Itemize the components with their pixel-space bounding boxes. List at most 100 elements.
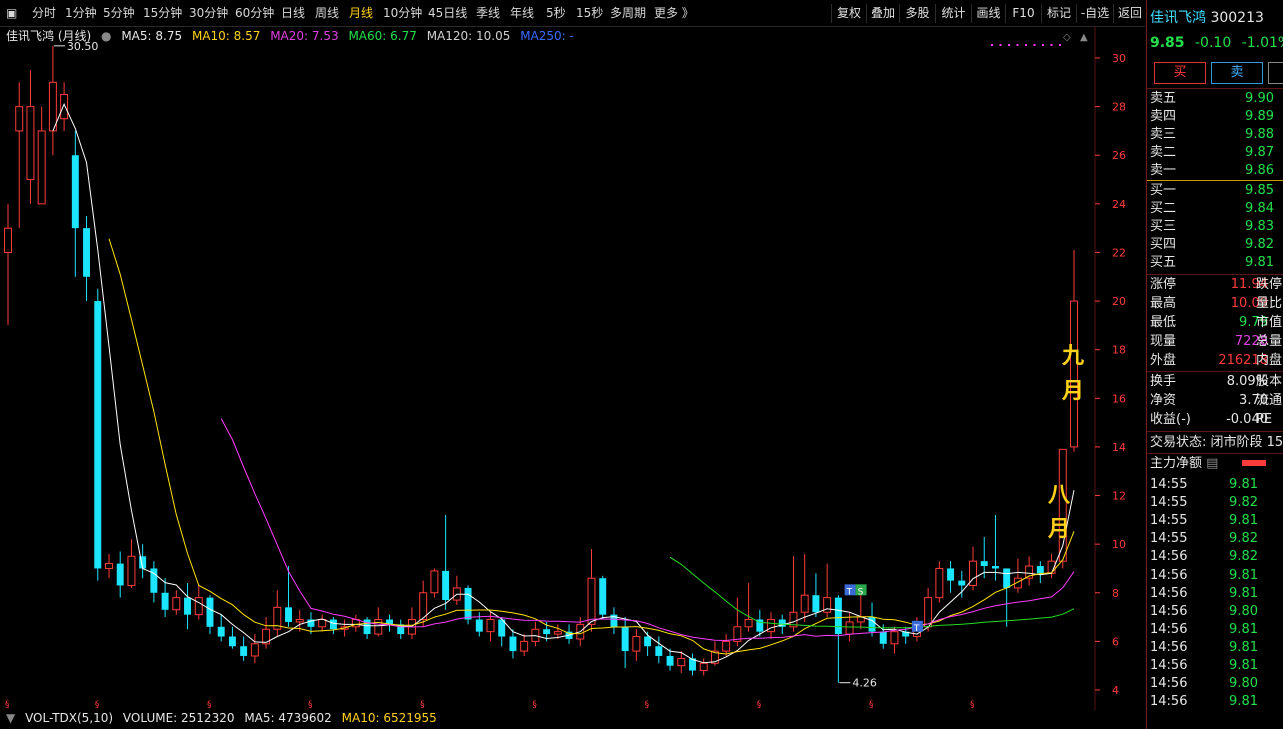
quote-row: 卖五 9.90 — [1150, 90, 1283, 108]
period-tab[interactable]: 15分钟 — [143, 0, 182, 26]
volume-legend: ▼ VOL-TDX(5,10) VOLUME: 2512320 MA5: 473… — [6, 710, 443, 726]
period-tab[interactable]: 30分钟 — [189, 0, 228, 26]
tick-price: 9.80 — [1229, 676, 1258, 692]
candle-body — [744, 619, 753, 628]
quote-row: 卖一 9.86 — [1150, 162, 1283, 180]
ma250-dot — [1033, 44, 1036, 46]
diamond-icon: ◇ — [1063, 32, 1071, 43]
candle-body — [217, 626, 225, 637]
kline-chart-area[interactable]: 4 6 8 10 12 14 16 18 20 22 24 26 28 30 30.50 4.26 九月八月 T S… — [0, 26, 1145, 710]
tick-row: 14:56 9.81 — [1150, 585, 1283, 603]
toolbar-button[interactable]: 画线 — [971, 4, 1005, 23]
toolbar-button[interactable]: F10 — [1005, 4, 1041, 23]
tick-price: 9.80 — [1229, 603, 1258, 619]
quote-row: 净资 3.70 流通 — [1150, 392, 1283, 410]
flow-chart-icon[interactable]: ▤ — [1206, 456, 1218, 471]
divider — [1147, 88, 1283, 89]
quote-row: 最低 9.79 市值 — [1150, 314, 1283, 332]
volume-toggle-icon[interactable]: ▼ — [6, 711, 15, 725]
period-tab[interactable]: 60分钟 — [235, 0, 274, 26]
volume-ma10: MA10: 6521955 — [341, 711, 437, 725]
candle-body — [105, 563, 113, 569]
period-toolbar: ▣ 分时 1分钟 5分钟 15分钟 30分钟 60分钟 日线 周线 月线 10分钟 45日线 季线 年线… — [0, 0, 1145, 27]
period-tab[interactable]: 15秒 — [576, 0, 603, 26]
buy-button[interactable]: 买 — [1154, 62, 1206, 84]
y-tick-label: 30 — [1112, 52, 1126, 65]
quote-row: 卖四 9.89 — [1150, 108, 1283, 126]
candle-body — [228, 636, 236, 647]
candle-body — [83, 228, 91, 277]
candle-body — [543, 629, 551, 635]
tick-price: 9.81 — [1229, 694, 1258, 710]
period-tab[interactable]: 年线 — [510, 0, 534, 26]
candle-body — [767, 619, 776, 633]
quote-row: 买一 9.85 — [1150, 182, 1283, 200]
toolbar-button[interactable]: 复权 — [831, 4, 866, 23]
y-tick-label: 8 — [1112, 587, 1119, 600]
candle-body — [285, 607, 293, 622]
sell-button[interactable]: 卖 — [1211, 62, 1263, 84]
period-tab[interactable]: 5分钟 — [103, 0, 135, 26]
quote-value: 9.88 — [1245, 127, 1274, 142]
period-tab[interactable]: 5秒 — [546, 0, 566, 26]
ma250-dot — [1042, 44, 1044, 46]
split-marker: § — [95, 700, 100, 710]
quote-label: 收益(-) — [1150, 412, 1191, 427]
period-tab[interactable]: 月线 — [349, 0, 373, 26]
quote-row: 买三 9.83 — [1150, 218, 1283, 236]
candle-body — [587, 577, 596, 625]
period-tab[interactable]: 更多 》 — [654, 0, 694, 26]
candle-body — [71, 155, 79, 229]
split-marker: § — [308, 700, 313, 710]
main-flow-bar — [1242, 460, 1266, 466]
quote-value: 9.85 — [1245, 183, 1274, 198]
candle-body — [991, 566, 999, 569]
toolbar-collapse-icon[interactable]: ▣ — [6, 0, 17, 26]
toolbar-button[interactable]: 标记 — [1041, 4, 1076, 23]
candle-body — [644, 636, 652, 647]
split-marker: § — [645, 700, 650, 710]
toolbar-button[interactable]: 叠加 — [866, 4, 899, 23]
candle-body — [699, 662, 708, 672]
candle-body — [553, 631, 562, 635]
month-annotation-yue: 月 — [1047, 517, 1070, 542]
price-change: -0.10 — [1195, 35, 1232, 51]
candle-body — [475, 619, 483, 632]
candle-body — [845, 621, 854, 635]
quote-row: 卖三 9.88 — [1150, 126, 1283, 144]
toolbar-button[interactable]: -自选 — [1076, 4, 1113, 23]
period-tab[interactable]: 日线 — [281, 0, 305, 26]
period-tab[interactable]: 1分钟 — [65, 0, 97, 26]
toolbar-button[interactable]: 返回 — [1113, 4, 1146, 23]
candle-body — [958, 580, 966, 586]
period-tab[interactable]: 季线 — [476, 0, 500, 26]
month-annotation-jiu: 九 — [1061, 344, 1084, 369]
y-tick-label: 14 — [1112, 441, 1126, 454]
more-trade-button[interactable] — [1268, 62, 1283, 84]
period-tab[interactable]: 多周期 — [610, 0, 646, 26]
month-annotation-yue: 月 — [1061, 379, 1084, 404]
tick-time: 14:55 — [1150, 495, 1188, 511]
candle-body — [60, 93, 69, 120]
quote-row: 现量 7228 总量 — [1150, 333, 1283, 351]
y-tick-label: 18 — [1112, 344, 1126, 357]
candle-body — [37, 130, 46, 205]
kline-chart[interactable]: 468101214161820222426283030.504.26九月八月T S… — [0, 26, 1145, 710]
candle-body — [127, 555, 136, 586]
candle-body — [879, 631, 887, 644]
period-tab[interactable]: 45日线 — [428, 0, 467, 26]
toolbar-button[interactable]: 统计 — [935, 4, 971, 23]
period-tab[interactable]: 分时 — [32, 0, 56, 26]
tick-price: 9.82 — [1229, 495, 1258, 511]
ma250-dot — [999, 44, 1002, 46]
candle-body — [834, 597, 842, 635]
quote-label: 买五 — [1150, 255, 1177, 270]
period-tab[interactable]: 10分钟 — [383, 0, 422, 26]
period-tab[interactable]: 周线 — [315, 0, 339, 26]
tick-time: 14:55 — [1150, 531, 1188, 547]
candle-body — [184, 597, 192, 615]
main-flow-label[interactable]: 主力净额 ▤ — [1150, 455, 1218, 473]
toolbar-button[interactable]: 多股 — [899, 4, 935, 23]
tick-time: 14:56 — [1150, 585, 1188, 601]
quote-tail-label: PE — [1256, 412, 1273, 427]
